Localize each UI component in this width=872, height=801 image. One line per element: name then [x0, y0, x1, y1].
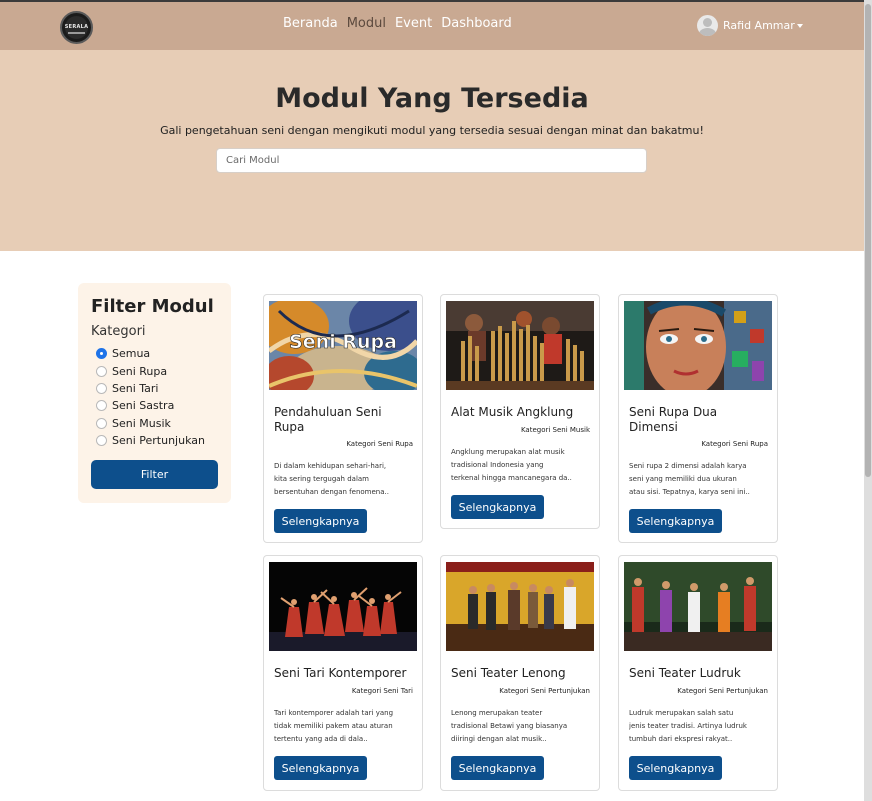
module-image-angklung[interactable] — [446, 301, 594, 390]
radio-option-seni-rupa[interactable]: Seni Rupa — [91, 362, 205, 379]
card-description: Angklung merupakan alat musik tradisiona… — [451, 448, 572, 482]
nav-links: Beranda Modul Event Dashboard — [283, 16, 512, 31]
avatar — [697, 15, 718, 36]
radio-label: Seni Musik — [112, 416, 171, 430]
card-title[interactable]: Seni Rupa Dua Dimensi — [629, 405, 749, 435]
radio-label: Seni Pertunjukan — [112, 434, 205, 448]
card-category: Kategori Seni Tari — [351, 687, 413, 695]
card-title[interactable]: Pendahuluan Seni Rupa — [274, 405, 394, 435]
page: SERALA Beranda Modul Event Dashboard Raf… — [0, 0, 872, 801]
card-description: Tari kontemporer adalah tari yang tidak … — [274, 709, 394, 743]
card-title[interactable]: Seni Teater Ludruk — [629, 666, 774, 681]
read-more-button[interactable]: Selengkapnya — [451, 756, 544, 780]
module-card: Seni Rupa Dua Dimensi Kategori Seni Rupa… — [618, 294, 778, 543]
read-more-button[interactable]: Selengkapnya — [451, 495, 544, 519]
module-image-seni-rupa[interactable]: Seni Rupa — [269, 301, 417, 390]
radio-label: Seni Tari — [112, 381, 159, 395]
radio-icon[interactable] — [96, 417, 107, 429]
card-category: Kategori Seni Pertunjukan — [677, 687, 768, 695]
filter-panel: Filter Modul Kategori Semua Seni Rupa Se… — [78, 283, 231, 503]
page-title: Modul Yang Tersedia — [275, 83, 589, 114]
card-category: Kategori Seni Rupa — [346, 440, 413, 448]
image-caption: Seni Rupa — [289, 331, 397, 353]
card-title[interactable]: Seni Teater Lenong — [451, 666, 596, 681]
radio-icon[interactable] — [96, 400, 107, 412]
radio-icon[interactable] — [96, 382, 107, 394]
nav-link-modul[interactable]: Modul — [347, 16, 386, 31]
site-logo[interactable]: SERALA — [60, 11, 93, 44]
nav-link-beranda[interactable]: Beranda — [283, 16, 338, 31]
card-title[interactable]: Alat Musik Angklung — [451, 405, 591, 420]
read-more-button[interactable]: Selengkapnya — [629, 756, 722, 780]
module-card: Seni Teater Ludruk Kategori Seni Pertunj… — [618, 555, 778, 791]
card-category: Kategori Seni Musik — [520, 426, 590, 434]
filter-button[interactable]: Filter — [91, 460, 218, 489]
radio-icon[interactable] — [96, 365, 107, 377]
read-more-button[interactable]: Selengkapnya — [274, 509, 367, 533]
module-card: Seni Rupa Pendahuluan Seni Rupa Kategori… — [263, 294, 423, 543]
user-name: Rafid Ammar — [723, 19, 795, 32]
card-description: Di dalam kehidupan sehari-hari, kita ser… — [274, 462, 389, 496]
nav-link-dashboard[interactable]: Dashboard — [441, 16, 512, 31]
radio-label: Seni Rupa — [112, 364, 168, 378]
logo-text: SERALA — [64, 24, 89, 30]
read-more-button[interactable]: Selengkapnya — [274, 756, 367, 780]
radio-option-semua[interactable]: Semua — [91, 345, 205, 362]
radio-checked-icon[interactable] — [96, 348, 107, 360]
user-menu[interactable]: Rafid Ammar — [697, 15, 803, 36]
page-subtitle: Gali pengetahuan seni dengan mengikuti m… — [160, 124, 704, 137]
category-options: Semua Seni Rupa Seni Tari Seni Sastra Se… — [91, 345, 205, 449]
radio-label: Seni Sastra — [112, 399, 175, 413]
module-image-ludruk[interactable] — [624, 562, 772, 651]
hero-section: Modul Yang Tersedia Gali pengetahuan sen… — [0, 50, 864, 251]
card-category: Kategori Seni Pertunjukan — [499, 687, 590, 695]
module-card: Seni Teater Lenong Kategori Seni Pertunj… — [440, 555, 600, 791]
scrollbar-thumb[interactable] — [865, 4, 871, 477]
module-image-mural[interactable] — [624, 301, 772, 390]
card-category: Kategori Seni Rupa — [701, 440, 768, 448]
navbar: SERALA Beranda Modul Event Dashboard Raf… — [0, 2, 864, 50]
category-label: Kategori — [91, 324, 146, 339]
card-description: Seni rupa 2 dimensi adalah karya seni ya… — [629, 462, 750, 496]
read-more-button[interactable]: Selengkapnya — [629, 509, 722, 533]
module-card: Seni Tari Kontemporer Kategori Seni Tari… — [263, 555, 423, 791]
filter-title: Filter Modul — [91, 296, 214, 317]
nav-link-event[interactable]: Event — [395, 16, 432, 31]
search-input[interactable] — [216, 148, 647, 173]
module-image-tari[interactable] — [269, 562, 417, 651]
card-description: Lenong merupakan teater tradisional Beta… — [451, 709, 568, 743]
radio-option-seni-sastra[interactable]: Seni Sastra — [91, 397, 205, 414]
card-description: Ludruk merupakan salah satu jenis teater… — [629, 709, 747, 743]
radio-option-seni-musik[interactable]: Seni Musik — [91, 415, 205, 432]
radio-label: Semua — [112, 347, 151, 361]
card-title[interactable]: Seni Tari Kontemporer — [274, 666, 419, 681]
radio-option-seni-tari[interactable]: Seni Tari — [91, 380, 205, 397]
radio-icon[interactable] — [96, 435, 107, 447]
module-image-lenong[interactable] — [446, 562, 594, 651]
chevron-down-icon — [796, 23, 803, 28]
radio-option-seni-pertunjukan[interactable]: Seni Pertunjukan — [91, 432, 205, 449]
module-card: Alat Musik Angklung Kategori Seni Musik … — [440, 294, 600, 529]
